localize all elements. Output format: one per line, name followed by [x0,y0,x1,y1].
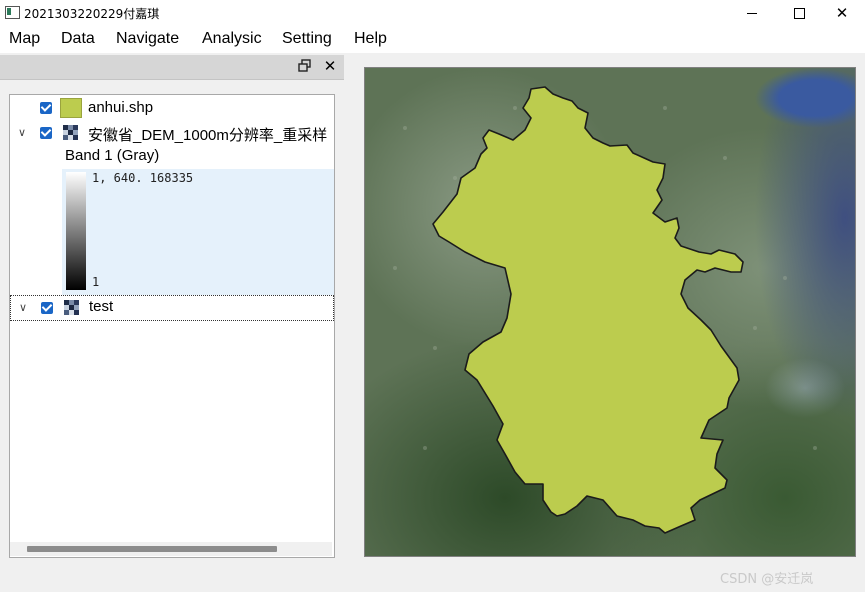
layer-checkbox-dem[interactable] [40,127,52,139]
menu-setting[interactable]: Setting [282,30,332,48]
layer-checkbox-test[interactable] [41,302,53,314]
maximize-icon [793,8,805,19]
layer-row-anhui[interactable]: anhui.shp [10,97,332,119]
layer-label: anhui.shp [88,99,154,116]
minimize-button[interactable] [729,0,775,26]
layer-label: 安徽省_DEM_1000m分辨率_重采样 [88,127,328,144]
chevron-down-icon[interactable]: ∨ [19,301,27,314]
map-canvas[interactable] [364,67,856,557]
menu-analysic[interactable]: Analysic [202,30,262,48]
anhui-polygon[interactable] [432,86,744,534]
layers-dock-header: ✕ [0,55,344,80]
title-bar: 2021303220229付嘉琪 ✕ [0,0,865,26]
float-icon[interactable] [298,59,312,73]
scrollbar-thumb[interactable] [27,546,277,552]
close-window-button[interactable]: ✕ [819,0,865,26]
layer-checkbox-anhui[interactable] [40,102,52,114]
close-icon: ✕ [835,4,849,22]
menu-help[interactable]: Help [354,30,387,48]
watermark-text: CSDN @安迁岚 [720,572,814,587]
ramp-min-value: 1 [92,275,100,289]
color-ramp-legend: 1, 640. 168335 1 [62,169,334,295]
menu-map[interactable]: Map [9,30,40,48]
window-title: 2021303220229付嘉琪 [24,7,160,21]
raster-layer-icon [63,125,79,141]
menu-data[interactable]: Data [61,30,95,48]
app-icon [5,6,20,19]
map-svg [393,86,817,534]
menu-bar: Map Data Navigate Analysic Setting Help [0,26,865,53]
gray-color-ramp [66,172,86,290]
layer-label: test [89,298,114,315]
raster-layer-icon [64,300,80,316]
polygon-symbol-icon [60,98,82,118]
layer-row-dem[interactable]: ∨ 安徽省_DEM_1000m分辨率_重采样 [10,122,332,144]
maximize-button[interactable] [776,0,822,26]
chevron-down-icon[interactable]: ∨ [18,126,26,139]
dock-close-icon[interactable]: ✕ [322,56,338,76]
menu-navigate[interactable]: Navigate [116,30,179,48]
horizontal-scrollbar[interactable] [10,542,332,556]
layer-row-test[interactable]: ∨ test [10,295,334,321]
minimize-icon [747,13,757,14]
ramp-max-value: 1, 640. 168335 [92,171,194,185]
band-label: Band 1 (Gray) [65,147,160,164]
layer-tree: anhui.shp ∨ 安徽省_DEM_1000m分辨率_重采样 Band 1 … [9,94,335,558]
